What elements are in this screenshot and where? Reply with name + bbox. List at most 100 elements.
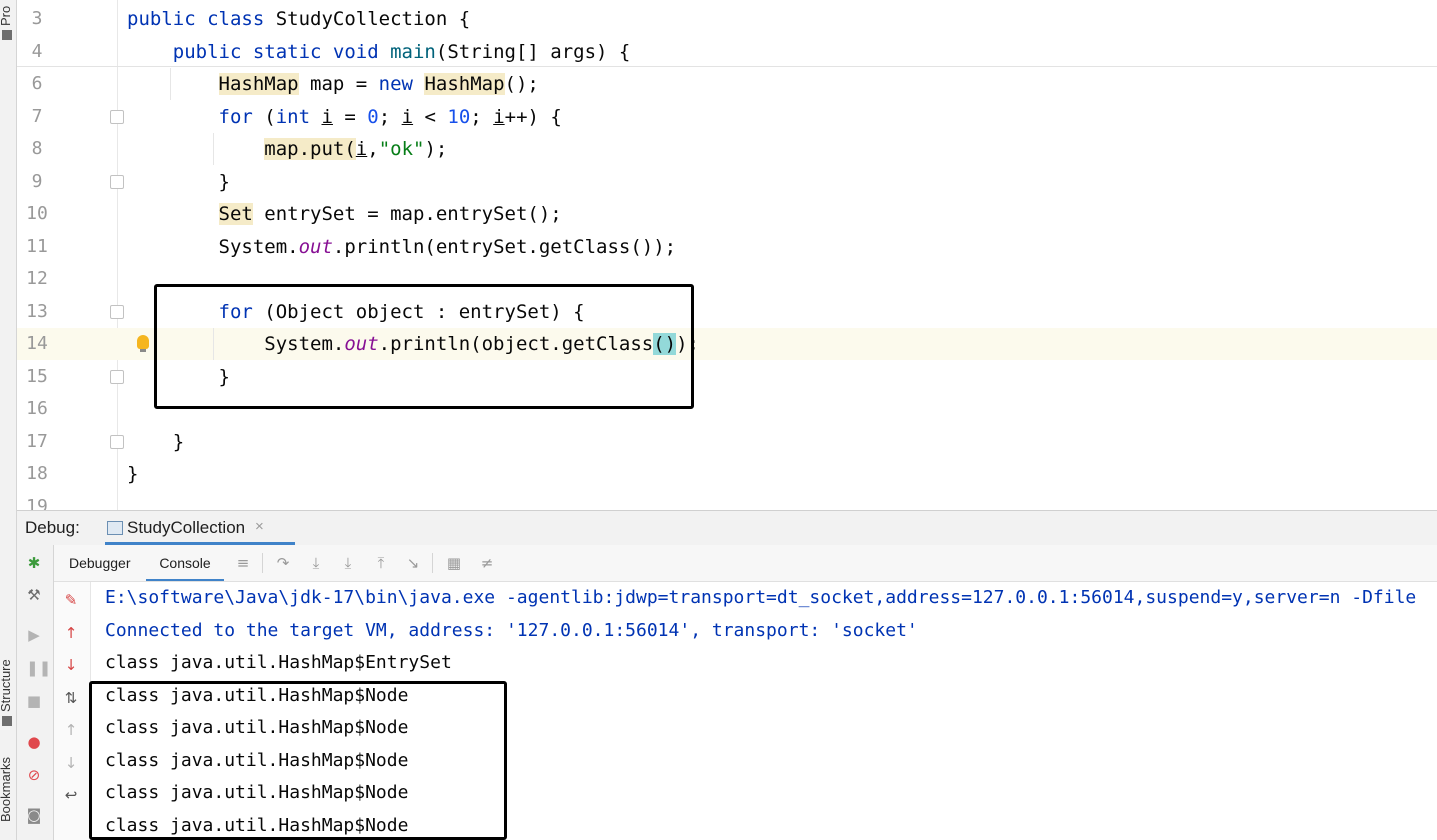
- code-token: public static void: [127, 40, 391, 63]
- code-line[interactable]: 6 HashMap map = new HashMap();: [17, 68, 1437, 100]
- code-text: public static void main(String[] args) {: [127, 36, 631, 68]
- lightbulb-icon[interactable]: [137, 335, 149, 349]
- code-line[interactable]: 19: [17, 491, 1437, 511]
- code-token: i: [355, 138, 368, 160]
- resume-icon[interactable]: ▶: [26, 627, 42, 643]
- code-text: }: [127, 426, 184, 458]
- menu-icon[interactable]: ≡: [234, 554, 252, 572]
- mute-breakpoints-icon[interactable]: ⊘: [26, 767, 42, 783]
- code-token: ;: [378, 105, 402, 128]
- line-number: 8: [31, 138, 43, 159]
- code-token: i: [401, 105, 414, 128]
- code-line[interactable]: 3 public class StudyCollection {: [17, 3, 1437, 35]
- bookmarks-tool-label[interactable]: Bookmarks: [0, 757, 13, 822]
- left-tool-strip: Pro Structure Bookmarks: [0, 0, 17, 840]
- code-line[interactable]: 7 for (int i = 0; i < 10; i++) {: [17, 101, 1437, 133]
- code-line[interactable]: 9 }: [17, 166, 1437, 198]
- code-token: HashMap: [218, 73, 299, 95]
- highlight-box-node-output: [89, 681, 507, 840]
- code-token: ,: [367, 138, 379, 160]
- sort-icon[interactable]: ⇅: [63, 690, 79, 706]
- code-token: System.: [127, 235, 299, 258]
- soft-wrap-icon[interactable]: ↩: [63, 787, 79, 803]
- wrench-icon[interactable]: ⚒: [26, 587, 42, 603]
- line-number: 19: [26, 495, 48, 511]
- clear-all-icon[interactable]: ✎: [63, 592, 79, 608]
- pause-icon[interactable]: ❚❚: [26, 660, 51, 676]
- code-token: i: [493, 105, 505, 128]
- debug-header: Debug: StudyCollection ×: [17, 510, 1437, 546]
- debug-session-tab[interactable]: StudyCollection ×: [105, 511, 295, 545]
- code-token: for: [218, 105, 265, 128]
- code-token: (: [264, 105, 276, 128]
- fold-marker[interactable]: [110, 370, 124, 384]
- code-token: out: [298, 235, 333, 258]
- code-line[interactable]: 10 Set entrySet = map.entrySet();: [17, 198, 1437, 230]
- run-to-cursor-icon[interactable]: ↘: [404, 554, 422, 572]
- code-token: Set: [218, 203, 253, 225]
- tab-debugger[interactable]: Debugger: [69, 545, 131, 581]
- code-token: );: [424, 138, 448, 160]
- line-number: 15: [26, 365, 48, 387]
- code-token: }: [127, 463, 139, 485]
- line-number: 16: [26, 398, 48, 419]
- structure-tool-label[interactable]: Structure: [0, 659, 13, 712]
- fold-marker[interactable]: [110, 110, 124, 124]
- console-system-line: E:\software\Java\jdk-17\bin\java.exe -ag…: [105, 587, 1417, 608]
- code-token: =: [332, 105, 368, 128]
- code-token: .println(entrySet.getClass());: [332, 235, 677, 258]
- close-icon[interactable]: ×: [255, 518, 264, 535]
- debug-session-label: StudyCollection: [127, 518, 246, 537]
- code-token: ++) {: [504, 105, 562, 128]
- code-line[interactable]: 17 }: [17, 426, 1437, 458]
- scroll-down-icon[interactable]: ↓: [63, 755, 79, 771]
- lightbulb-base: [140, 349, 146, 352]
- code-token: main: [390, 40, 436, 63]
- line-number: 12: [26, 268, 48, 289]
- code-token: public class: [127, 8, 276, 30]
- trace-stream-icon[interactable]: ≠: [478, 554, 496, 572]
- code-token: int: [275, 105, 322, 128]
- step-over-icon[interactable]: ↷: [274, 554, 292, 572]
- evaluate-expression-icon[interactable]: ▦: [445, 554, 463, 572]
- highlight-box-for-loop: [154, 284, 694, 409]
- project-tool-label[interactable]: Pro: [0, 6, 13, 26]
- code-editor[interactable]: 3 public class StudyCollection {4 public …: [17, 0, 1437, 510]
- step-out-icon[interactable]: ⤒: [372, 554, 390, 572]
- camera-icon[interactable]: ◙: [26, 807, 42, 823]
- step-into-icon[interactable]: ⤓: [307, 554, 325, 572]
- run-config-icon: [107, 521, 123, 535]
- code-token: ();: [504, 73, 539, 95]
- code-token: 10: [447, 105, 471, 128]
- fold-marker[interactable]: [110, 305, 124, 319]
- bug-icon[interactable]: ✱: [26, 555, 42, 571]
- code-line[interactable]: 18}: [17, 458, 1437, 490]
- code-line[interactable]: 8 map.put(i,"ok");: [17, 133, 1437, 165]
- down-arrow-icon[interactable]: ↓: [63, 657, 79, 673]
- line-number: 17: [26, 430, 48, 452]
- view-breakpoints-icon[interactable]: ●: [26, 734, 42, 750]
- fold-marker[interactable]: [110, 175, 124, 189]
- code-text: }: [127, 458, 138, 490]
- up-arrow-icon[interactable]: ↑: [63, 625, 79, 641]
- tab-console[interactable]: Console: [146, 545, 224, 581]
- indent-guide: [170, 68, 171, 100]
- line-number: 3: [31, 8, 43, 29]
- line-number: 14: [26, 333, 48, 354]
- code-line[interactable]: 4 public static void main(String[] args)…: [17, 36, 1437, 68]
- fold-marker[interactable]: [110, 435, 124, 449]
- force-step-into-icon[interactable]: ⤓: [339, 554, 357, 572]
- line-number: 9: [31, 170, 43, 192]
- code-token: ;: [470, 105, 494, 128]
- code-text: public class StudyCollection {: [127, 3, 470, 35]
- code-token: HashMap: [424, 73, 505, 95]
- code-token: <: [413, 105, 448, 128]
- code-token: map.put(: [264, 138, 356, 160]
- scroll-up-icon[interactable]: ↑: [63, 722, 79, 738]
- code-line[interactable]: 11 System.out.println(entrySet.getClass(…: [17, 231, 1437, 263]
- code-token: "ok": [378, 138, 425, 160]
- stop-icon[interactable]: ■: [26, 693, 42, 709]
